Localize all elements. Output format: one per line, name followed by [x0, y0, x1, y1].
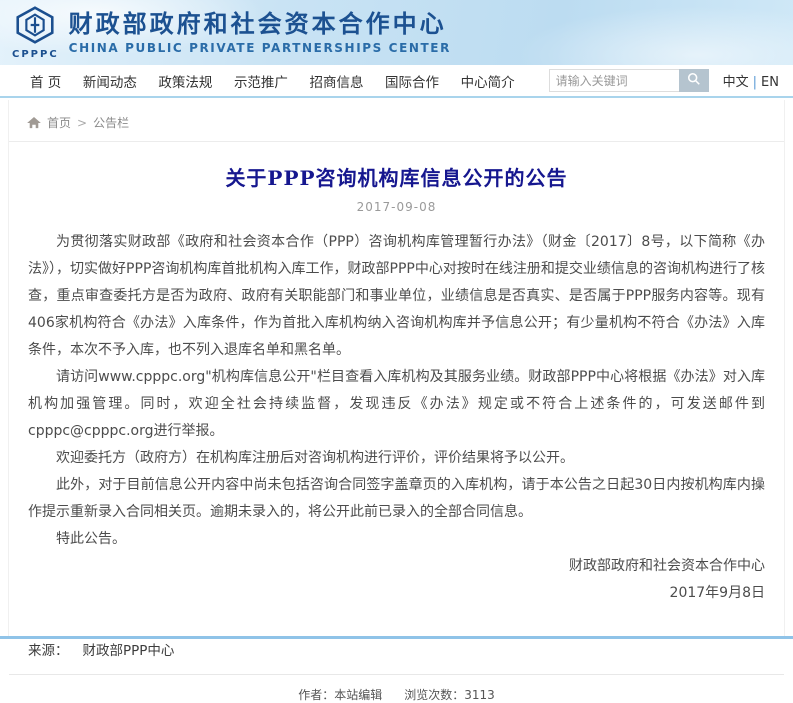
article-paragraph: 请访问www.cpppc.org"机构库信息公开"栏目查看入库机构及其服务业绩。… — [28, 364, 765, 445]
site-title-chinese: 财政部政府和社会资本合作中心 — [69, 10, 451, 38]
site-logo[interactable]: CPPPC — [12, 6, 59, 60]
cpppc-hexagon-logo-icon — [14, 6, 56, 48]
language-switcher: 中文 | EN — [723, 71, 779, 90]
lang-english-link[interactable]: EN — [761, 75, 779, 90]
article-paragraph: 特此公告。 — [28, 526, 765, 553]
source-line: 来源： 财政部PPP中心 — [9, 639, 784, 659]
signature-date: 2017年9月8日 — [9, 580, 765, 607]
home-icon — [27, 117, 41, 129]
search-box — [549, 69, 709, 92]
breadcrumb-separator: > — [77, 116, 87, 130]
nav-item-about[interactable]: 中心简介 — [461, 71, 515, 91]
nav-links: 首 页 新闻动态 政策法规 示范推广 招商信息 国际合作 中心简介 — [30, 71, 515, 91]
article-title: 关于PPP咨询机构库信息公开的公告 — [9, 162, 784, 191]
breadcrumb-home-link[interactable]: 首页 — [47, 114, 71, 131]
author-label: 作者： — [298, 688, 334, 702]
article-body: 为贯彻落实财政部《政府和社会资本合作（PPP）咨询机构库管理暂行办法》（财金〔2… — [9, 214, 784, 553]
author-value: 本站编辑 — [334, 688, 382, 702]
lang-divider: | — [753, 75, 757, 90]
source-label: 来源： — [28, 643, 69, 659]
nav-item-investment[interactable]: 招商信息 — [309, 71, 363, 91]
views-value: 3113 — [464, 688, 495, 702]
breadcrumb-current[interactable]: 公告栏 — [93, 114, 129, 131]
article-signature: 财政部政府和社会资本合作中心 2017年9月8日 — [9, 553, 784, 607]
main-navigation: 首 页 新闻动态 政策法规 示范推广 招商信息 国际合作 中心简介 中文 | EN — [0, 65, 793, 98]
lang-chinese-link[interactable]: 中文 — [723, 75, 749, 90]
site-title-block: 财政部政府和社会资本合作中心 CHINA PUBLIC PRIVATE PART… — [69, 10, 451, 55]
article-paragraph: 此外，对于目前信息公开内容中尚未包括咨询合同签字盖章页的入库机构，请于本公告之日… — [28, 472, 765, 526]
nav-item-home[interactable]: 首 页 — [30, 71, 61, 91]
logo-acronym: CPPPC — [12, 49, 59, 60]
article-footer: 作者：本站编辑 浏览次数：3113 — [9, 674, 784, 703]
article-date: 2017-09-08 — [9, 200, 784, 214]
source-value: 财政部PPP中心 — [83, 643, 175, 659]
site-header: CPPPC 财政部政府和社会资本合作中心 CHINA PUBLIC PRIVAT… — [0, 0, 793, 65]
article-paragraph: 欢迎委托方（政府方）在机构库注册后对咨询机构进行评价，评价结果将予以公开。 — [28, 445, 765, 472]
search-icon — [687, 72, 701, 89]
nav-item-international[interactable]: 国际合作 — [385, 71, 439, 91]
nav-item-demonstration[interactable]: 示范推广 — [234, 71, 288, 91]
nav-item-news[interactable]: 新闻动态 — [83, 71, 137, 91]
search-input[interactable] — [549, 69, 679, 92]
breadcrumb: 首页 > 公告栏 — [9, 100, 784, 142]
views-label: 浏览次数： — [404, 688, 464, 702]
article-paragraph: 为贯彻落实财政部《政府和社会资本合作（PPP）咨询机构库管理暂行办法》（财金〔2… — [28, 229, 765, 364]
site-title-english: CHINA PUBLIC PRIVATE PARTNERSHIPS CENTER — [69, 41, 451, 55]
content-frame: 首页 > 公告栏 关于PPP咨询机构库信息公开的公告 2017-09-08 为贯… — [8, 100, 785, 636]
nav-item-policies[interactable]: 政策法规 — [158, 71, 212, 91]
search-button[interactable] — [679, 69, 709, 92]
signature-organization: 财政部政府和社会资本合作中心 — [9, 553, 765, 580]
